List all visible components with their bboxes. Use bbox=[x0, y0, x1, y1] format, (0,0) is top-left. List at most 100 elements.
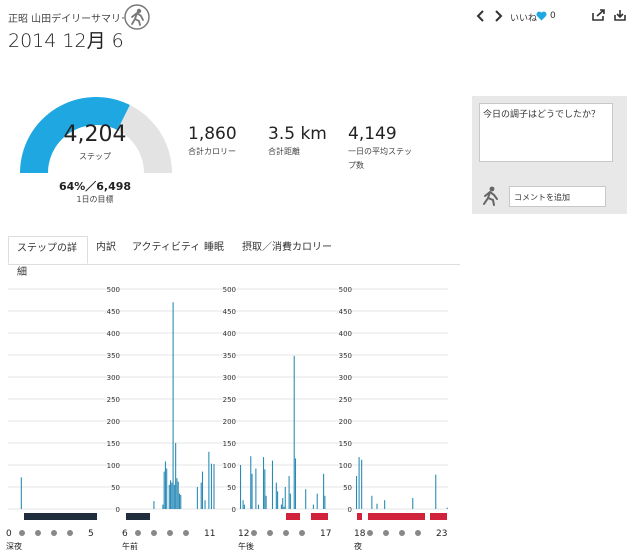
bar bbox=[208, 451, 210, 509]
bar bbox=[316, 493, 318, 509]
y-tick-label: 150 bbox=[107, 440, 120, 448]
add-comment-button[interactable]: コメントを追加 bbox=[509, 186, 606, 207]
bar bbox=[180, 494, 182, 509]
bar bbox=[201, 471, 204, 509]
bar bbox=[294, 458, 297, 509]
y-tick-label: 50 bbox=[111, 484, 120, 492]
bar bbox=[288, 476, 290, 509]
bar bbox=[283, 506, 285, 509]
page-date: 2014 12月 6 bbox=[8, 30, 124, 52]
y-tick-label: 100 bbox=[223, 462, 236, 470]
y-tick-label: 100 bbox=[339, 462, 352, 470]
bar bbox=[358, 457, 360, 509]
y-tick-label: 450 bbox=[339, 308, 352, 316]
bar bbox=[271, 460, 274, 509]
bar bbox=[170, 480, 172, 509]
download-icon[interactable] bbox=[614, 9, 626, 21]
period-label: 夜 bbox=[354, 541, 362, 551]
bar bbox=[171, 482, 173, 509]
bar bbox=[163, 471, 165, 509]
calories-label: 合計カロリー bbox=[188, 147, 236, 156]
avatar[interactable] bbox=[124, 4, 150, 30]
bar bbox=[280, 504, 282, 509]
x-tick-label: 0 bbox=[6, 529, 12, 539]
bar bbox=[200, 482, 202, 509]
bar bbox=[177, 481, 179, 509]
like-label[interactable]: いいね bbox=[510, 11, 537, 24]
bar bbox=[166, 468, 168, 509]
bar bbox=[250, 456, 252, 509]
distance-value: 3.5 km bbox=[268, 124, 327, 144]
tab-breakdown[interactable]: 内訳 bbox=[96, 236, 116, 264]
bar bbox=[204, 500, 206, 509]
activity-strip bbox=[311, 513, 328, 520]
avatar bbox=[483, 186, 498, 206]
activity-strip bbox=[286, 513, 300, 520]
bar bbox=[435, 474, 437, 509]
hour-dot bbox=[299, 530, 305, 536]
bar bbox=[240, 465, 242, 509]
y-tick-label: 0 bbox=[232, 506, 236, 514]
x-tick-label: 23 bbox=[436, 529, 447, 539]
y-tick-label: 250 bbox=[339, 396, 352, 404]
tab-calories[interactable]: 摂取／消費カロリー bbox=[242, 236, 332, 264]
steps-value: 4,204 bbox=[63, 122, 127, 147]
hour-dot bbox=[51, 530, 57, 536]
bar bbox=[243, 504, 245, 509]
y-tick-label: 250 bbox=[107, 396, 120, 404]
y-tick-label: 50 bbox=[343, 484, 352, 492]
hour-dot bbox=[183, 530, 189, 536]
y-tick-label: 300 bbox=[107, 374, 120, 382]
page-header-title: 正昭 山田デイリーサマリー bbox=[8, 14, 131, 25]
period-label: 午前 bbox=[122, 541, 138, 551]
y-tick-label: 350 bbox=[223, 352, 236, 360]
hour-dot bbox=[399, 530, 405, 536]
y-tick-label: 200 bbox=[107, 418, 120, 426]
bar bbox=[289, 493, 291, 509]
y-tick-label: 500 bbox=[107, 286, 120, 294]
bar bbox=[251, 473, 253, 509]
bar bbox=[446, 507, 448, 509]
x-tick-label: 11 bbox=[204, 529, 215, 539]
hour-dot bbox=[283, 530, 289, 536]
bar bbox=[371, 495, 373, 509]
bar bbox=[173, 484, 175, 509]
hour-dot bbox=[19, 530, 25, 536]
previous-day-icon[interactable] bbox=[476, 10, 486, 22]
bar bbox=[305, 489, 307, 509]
x-tick-label: 18 bbox=[354, 529, 366, 539]
y-tick-label: 300 bbox=[339, 374, 352, 382]
bar bbox=[376, 503, 378, 509]
tab-activity[interactable]: アクティビティ bbox=[132, 236, 200, 264]
y-tick-label: 350 bbox=[339, 352, 352, 360]
bar bbox=[178, 493, 181, 509]
bar bbox=[263, 457, 265, 509]
next-day-icon[interactable] bbox=[493, 10, 503, 22]
bar bbox=[153, 501, 155, 509]
heart-icon[interactable] bbox=[536, 11, 547, 21]
bar bbox=[168, 484, 170, 509]
y-tick-label: 400 bbox=[107, 330, 120, 338]
bar bbox=[361, 459, 363, 509]
y-tick-label: 450 bbox=[107, 308, 120, 316]
activity-strip bbox=[430, 513, 447, 520]
bar bbox=[277, 491, 279, 509]
bar bbox=[284, 487, 286, 509]
bar bbox=[242, 500, 244, 509]
y-tick-label: 200 bbox=[339, 418, 352, 426]
share-icon[interactable] bbox=[592, 9, 605, 21]
hour-dot bbox=[151, 530, 157, 536]
hour-dot bbox=[367, 530, 373, 536]
distance-label: 合計距離 bbox=[268, 147, 300, 156]
bar bbox=[312, 504, 314, 509]
tab-sleep[interactable]: 睡眠 bbox=[204, 236, 224, 264]
bar bbox=[324, 495, 326, 509]
x-tick-label: 12 bbox=[238, 529, 249, 539]
goal-progress: 64%／6,498 bbox=[58, 180, 132, 193]
y-tick-label: 450 bbox=[223, 308, 236, 316]
bar bbox=[356, 476, 358, 509]
x-tick-label: 6 bbox=[122, 529, 128, 539]
bar bbox=[412, 498, 414, 509]
comment-input[interactable]: 今日の調子はどうでしたか？ bbox=[479, 103, 613, 162]
tab-step-details[interactable]: ステップの詳細 bbox=[8, 236, 88, 278]
